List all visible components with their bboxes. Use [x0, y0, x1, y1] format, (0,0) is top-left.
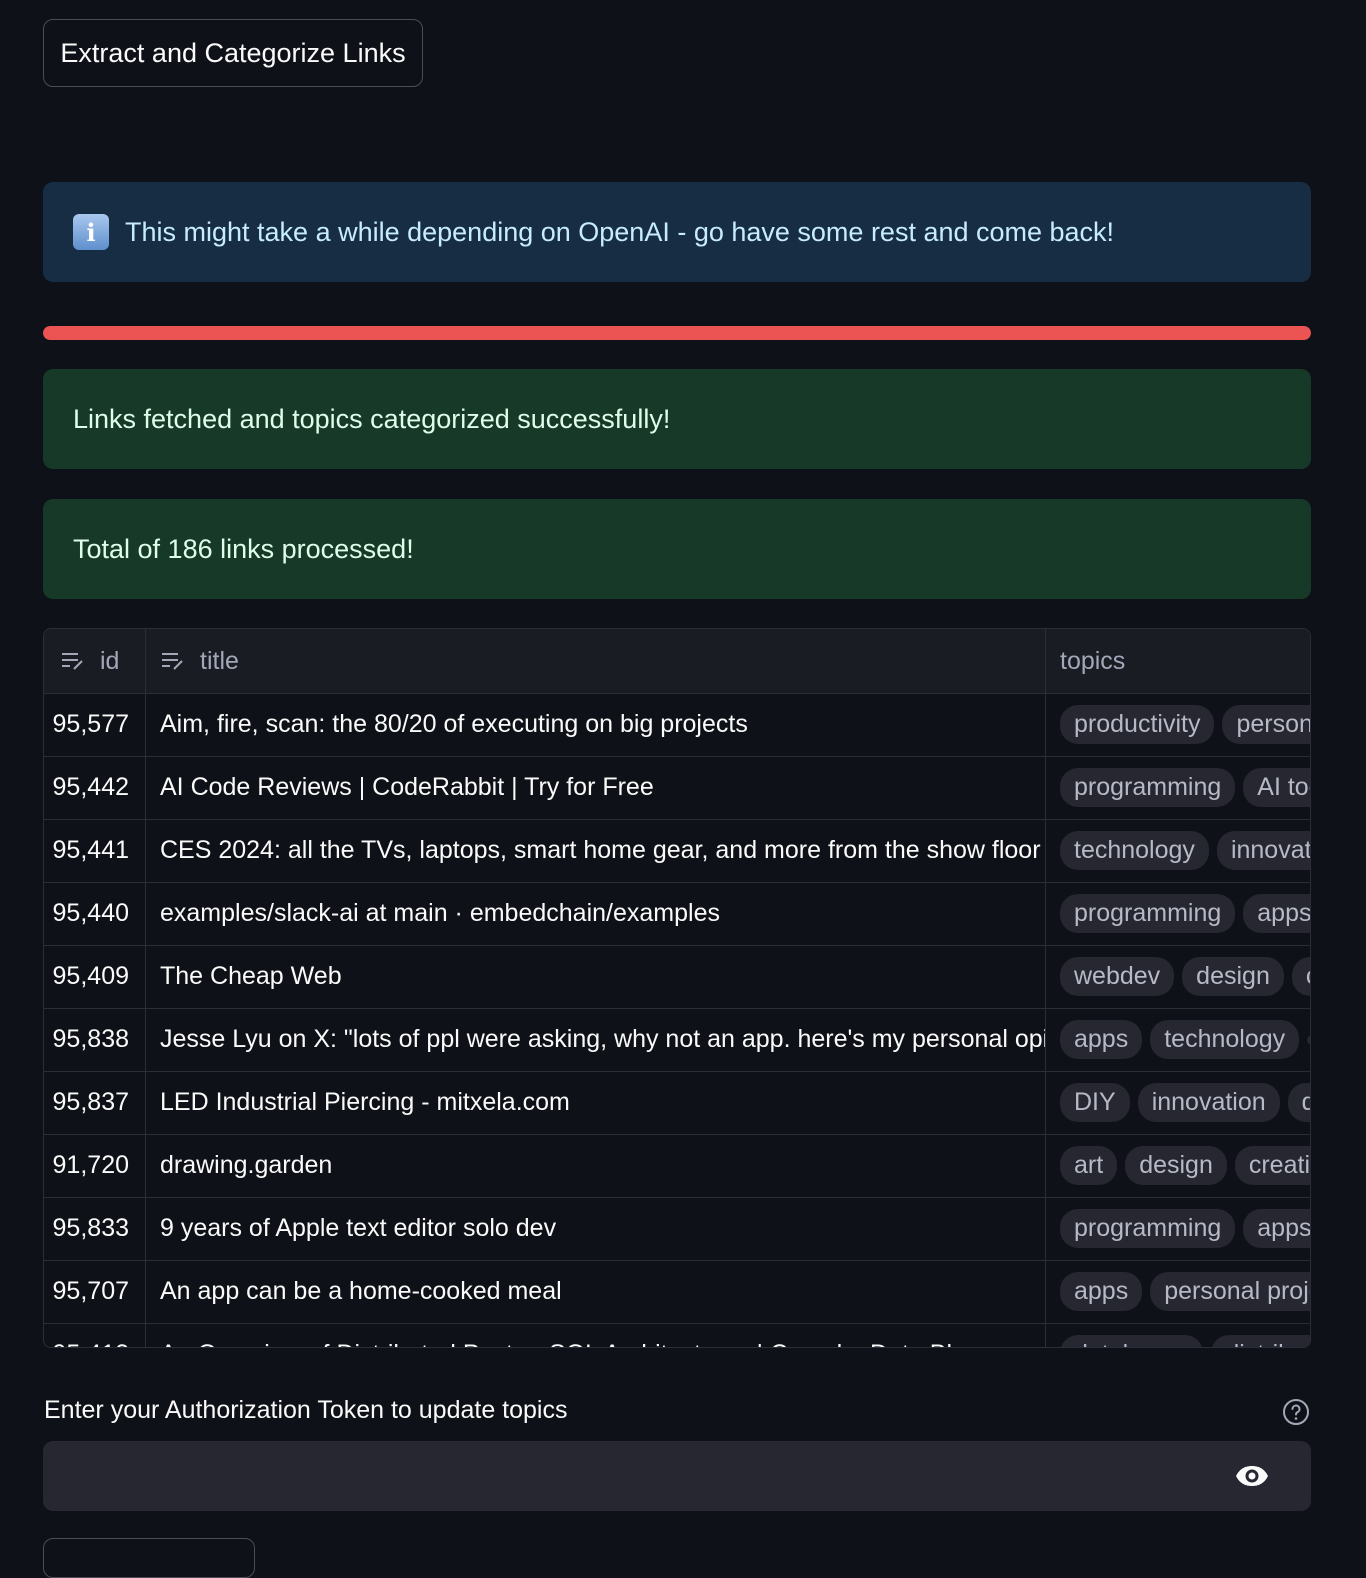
- cell-id[interactable]: 95,442: [44, 756, 146, 819]
- topic-chip: apps: [1060, 1020, 1143, 1059]
- cell-title[interactable]: Aim, fire, scan: the 80/20 of executing …: [146, 693, 1046, 756]
- column-header-id-label: id: [100, 646, 120, 675]
- cell-topics[interactable]: webdevdesignc: [1046, 945, 1310, 1008]
- topic-chip: technology: [1060, 831, 1209, 870]
- cell-id[interactable]: 95,440: [44, 882, 146, 945]
- progress-bar-fill: [43, 326, 1311, 340]
- cell-id[interactable]: 91,720: [44, 1134, 146, 1197]
- cell-title[interactable]: CES 2024: all the TVs, laptops, smart ho…: [146, 819, 1046, 882]
- topic-chip: productivity: [1060, 705, 1215, 744]
- topic-chip: technology: [1150, 1020, 1300, 1059]
- table-header: id title topics: [44, 629, 1310, 694]
- cell-id[interactable]: 95,412: [44, 1323, 146, 1347]
- extract-categorize-button[interactable]: Extract and Categorize Links: [43, 19, 423, 87]
- cell-topics[interactable]: productivitypersonal: [1046, 693, 1310, 756]
- table-row[interactable]: 95,838 Jesse Lyu on X: "lots of ppl were …: [44, 1008, 1310, 1072]
- total-message: Total of 186 links processed!: [73, 533, 414, 564]
- table-row[interactable]: 95,409The Cheap Webwebdevdesignc: [44, 945, 1310, 1009]
- table-row[interactable]: 95,833 9 years of Apple text editor solo …: [44, 1197, 1310, 1261]
- edit-column-icon: [162, 653, 183, 670]
- cell-id[interactable]: 95,833: [44, 1197, 146, 1260]
- eye-icon[interactable]: [1234, 1464, 1270, 1488]
- topic-chip: design: [1125, 1146, 1227, 1185]
- table-row[interactable]: 95,441 CES 2024: all the TVs, laptops, sm…: [44, 819, 1310, 883]
- table-row[interactable]: 95,412An Overview of Distributed Postgre…: [44, 1323, 1310, 1347]
- cell-id[interactable]: 95,409: [44, 945, 146, 1008]
- progress-bar: [43, 326, 1311, 340]
- table-row[interactable]: 91,720drawing.gardenartdesigncreativity: [44, 1134, 1310, 1198]
- column-header-id[interactable]: id: [44, 629, 146, 693]
- cell-id[interactable]: 95,837: [44, 1071, 146, 1134]
- info-message: This might take a while depending on Ope…: [125, 216, 1115, 247]
- topic-chip: design: [1182, 957, 1284, 996]
- cell-title[interactable]: drawing.garden: [146, 1134, 1046, 1197]
- success-message: Links fetched and topics categorized suc…: [73, 403, 671, 434]
- cell-title[interactable]: LED Industrial Piercing - mitxela.com: [146, 1071, 1046, 1134]
- topic-chip: innovation: [1216, 831, 1310, 870]
- topic-chip: programming: [1060, 1209, 1236, 1248]
- cell-topics[interactable]: programming apps: [1046, 882, 1310, 945]
- cell-topics[interactable]: technologyinnovation: [1046, 819, 1310, 882]
- cell-topics[interactable]: artdesigncreativity: [1046, 1134, 1310, 1197]
- topic-chip: [1307, 1034, 1310, 1045]
- cell-title[interactable]: AI Code Reviews | CodeRabbit | Try for F…: [146, 756, 1046, 819]
- topic-chip: personal: [1222, 705, 1310, 744]
- cell-topics[interactable]: appspersonal projects: [1046, 1260, 1310, 1323]
- topic-chip: AI tools: [1243, 768, 1310, 807]
- topic-chip: webdev: [1060, 957, 1175, 996]
- cell-id[interactable]: 95,577: [44, 693, 146, 756]
- topic-chip: personal projects: [1150, 1272, 1310, 1311]
- cell-topics[interactable]: programming apps: [1046, 1197, 1310, 1260]
- topic-chip: creativity: [1234, 1146, 1310, 1185]
- cell-title[interactable]: The Cheap Web: [146, 945, 1046, 1008]
- topic-chip: programming: [1060, 768, 1236, 807]
- edit-column-icon: [62, 653, 83, 670]
- cell-topics[interactable]: programmingAI tools: [1046, 756, 1310, 819]
- cell-title[interactable]: Jesse Lyu on X: "lots of ppl were asking…: [146, 1008, 1046, 1071]
- table-row[interactable]: 95,707 An app can be a home-cooked meal ap…: [44, 1260, 1310, 1324]
- cell-title[interactable]: An app can be a home-cooked meal: [146, 1260, 1046, 1323]
- topic-chip: distributed: [1211, 1335, 1310, 1347]
- topic-chip: DIY: [1060, 1083, 1130, 1122]
- table-row[interactable]: 95,577 Aim, fire, scan: the 80/20 of exec…: [44, 693, 1310, 757]
- update-topics-button[interactable]: [43, 1538, 255, 1578]
- topic-chip: innovation: [1137, 1083, 1280, 1122]
- topic-chip: art: [1060, 1146, 1118, 1185]
- table-row[interactable]: 95,442 AI Code Reviews | CodeRabbit | Try…: [44, 756, 1310, 820]
- auth-token-input[interactable]: [43, 1441, 1311, 1511]
- info-icon: i: [73, 214, 109, 250]
- table-row[interactable]: 95,837 LED Industrial Piercing - mitxela.…: [44, 1071, 1310, 1135]
- cell-id[interactable]: 95,707: [44, 1260, 146, 1323]
- column-header-topics-label: topics: [1060, 646, 1126, 675]
- column-header-topics[interactable]: topics: [1046, 629, 1310, 693]
- total-alert: Total of 186 links processed!: [43, 499, 1311, 599]
- cell-title[interactable]: 9 years of Apple text editor solo dev: [146, 1197, 1046, 1260]
- topic-chip: apps: [1243, 1209, 1310, 1248]
- links-table[interactable]: id title topics 95,577 Aim, fire, scan: t…: [43, 628, 1311, 1348]
- topic-chip: c: [1291, 957, 1310, 996]
- cell-title[interactable]: examples/slack-ai at main · embedchain/e…: [146, 882, 1046, 945]
- help-circle-icon[interactable]: [1282, 1398, 1310, 1426]
- topic-chip: apps: [1243, 894, 1310, 933]
- topic-chip: databases: [1060, 1335, 1204, 1347]
- cell-topics[interactable]: databases distributed: [1046, 1323, 1310, 1347]
- column-header-title-label: title: [200, 646, 239, 675]
- token-label: Enter your Authorization Token to update…: [44, 1396, 568, 1424]
- column-header-title[interactable]: title: [146, 629, 1046, 693]
- cell-title[interactable]: An Overview of Distributed PostgreSQL Ar…: [146, 1323, 1046, 1347]
- success-alert: Links fetched and topics categorized suc…: [43, 369, 1311, 469]
- cell-id[interactable]: 95,441: [44, 819, 146, 882]
- cell-id[interactable]: 95,838: [44, 1008, 146, 1071]
- cell-topics[interactable]: DIYinnovationd: [1046, 1071, 1310, 1134]
- info-alert: i This might take a while depending on O…: [43, 182, 1311, 282]
- topic-chip: d: [1287, 1083, 1310, 1122]
- cell-topics[interactable]: apps technology: [1046, 1008, 1310, 1071]
- topic-chip: apps: [1060, 1272, 1143, 1311]
- table-row[interactable]: 95,440 examples/slack-ai at main · embedc…: [44, 882, 1310, 946]
- topic-chip: programming: [1060, 894, 1236, 933]
